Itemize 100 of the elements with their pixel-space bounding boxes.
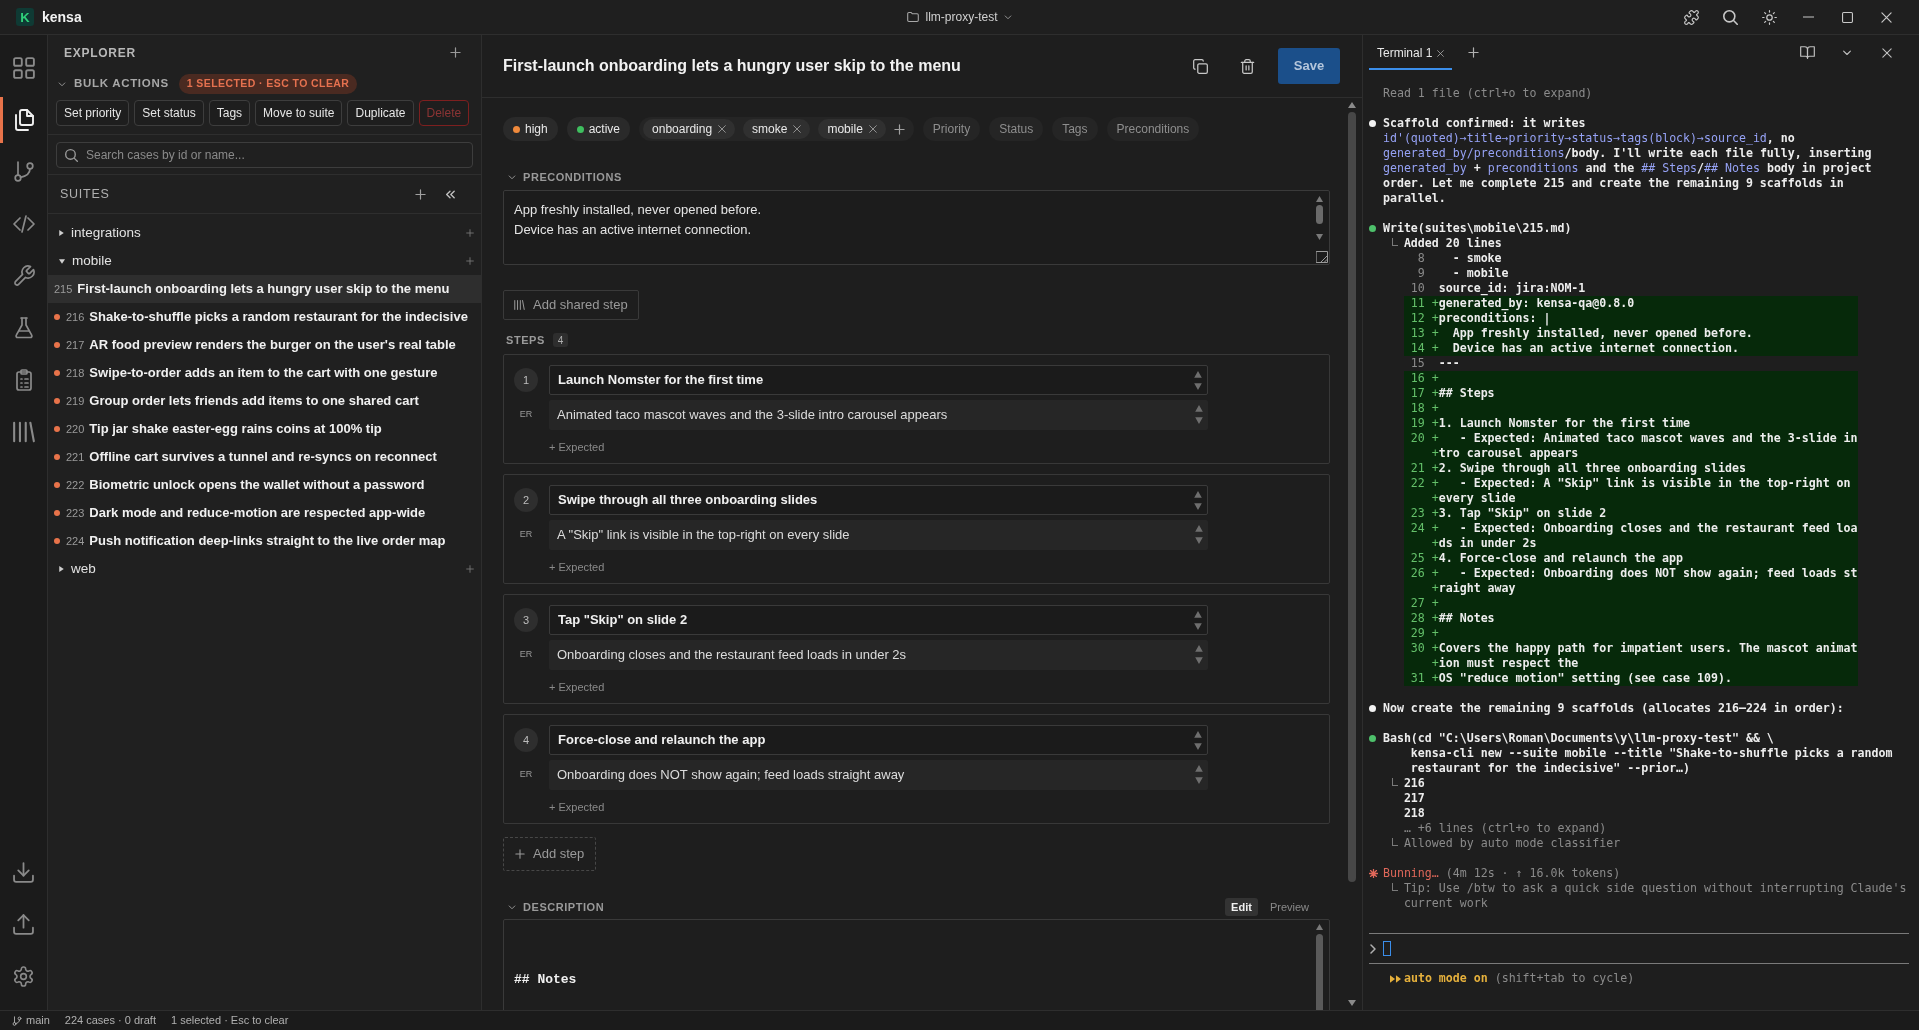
suite-name[interactable]: mobile <box>72 250 112 272</box>
scrollbar[interactable] <box>1315 924 1324 1010</box>
project-switcher[interactable]: llm-proxy-test <box>903 6 1016 28</box>
case-row[interactable]: 217 AR food preview renders the burger on the user's real table <box>48 331 481 359</box>
up-down-arrows-icon[interactable] <box>1194 610 1202 631</box>
terminal-tab[interactable]: Terminal 1 <box>1369 35 1453 70</box>
action-button[interactable]: Move to suite <box>255 100 343 126</box>
mode-tab[interactable]: Preview <box>1263 898 1315 916</box>
line-number: 28 <box>1410 611 1425 626</box>
chevron-down-icon[interactable] <box>1842 49 1852 56</box>
search-field[interactable]: Search cases by id or name... <box>56 142 473 168</box>
scrollbar[interactable] <box>1315 196 1324 240</box>
close-icon[interactable] <box>1882 47 1892 58</box>
suite-name[interactable]: integrations <box>71 222 141 244</box>
action-button[interactable]: Duplicate <box>347 100 414 126</box>
sun-icon[interactable] <box>1762 9 1777 25</box>
action-button[interactable]: Set status <box>134 100 204 126</box>
close-icon[interactable] <box>1881 11 1892 23</box>
step-action-field[interactable]: Force-close and relaunch the app <box>549 725 1208 755</box>
field-chip[interactable]: Status <box>989 117 1044 141</box>
add-expected-link[interactable]: + Expected <box>549 680 605 694</box>
caret-icon[interactable] <box>59 566 64 572</box>
prompt-field[interactable] <box>1369 933 1909 964</box>
add-expected-link[interactable]: + Expected <box>549 800 605 814</box>
files-icon[interactable] <box>12 109 35 131</box>
active-indicator <box>0 97 3 143</box>
plus-icon[interactable] <box>415 188 426 200</box>
case-title: Push notification deep-links straight to the live order map <box>89 532 446 551</box>
expected-result-field[interactable]: Onboarding closes and the restaurant feed loads in under 2s <box>549 640 1208 670</box>
up-down-arrows-icon[interactable] <box>1195 524 1203 545</box>
caret-icon[interactable] <box>59 258 65 264</box>
close-icon[interactable] <box>718 125 727 133</box>
field-chip[interactable]: Tags <box>1052 117 1098 141</box>
puzzle-icon[interactable] <box>1684 9 1699 25</box>
action-button[interactable]: Tags <box>208 100 251 126</box>
case-row[interactable]: 216 Shake-to-shuffle picks a random restaurant for the indecisive <box>48 303 481 331</box>
library-icon[interactable] <box>12 421 35 443</box>
close-icon[interactable] <box>793 125 802 133</box>
branch-icon[interactable] <box>12 161 35 183</box>
trash-icon[interactable] <box>1239 58 1255 74</box>
resize-handle-icon[interactable] <box>1316 251 1328 263</box>
grid-icon[interactable] <box>12 57 35 79</box>
up-down-arrows-icon[interactable] <box>1194 490 1202 511</box>
wrench-icon[interactable] <box>12 265 35 287</box>
preconditions-field[interactable]: App freshly installed, never opened before. Device has an active internet connection. <box>503 190 1330 265</box>
plus-icon[interactable] <box>450 47 461 58</box>
severity-chip[interactable]: high <box>503 117 558 141</box>
case-row[interactable]: 221 Offline cart survives a tunnel and re-syncs on reconnect <box>48 443 481 471</box>
close-icon[interactable] <box>868 125 877 133</box>
chevron-icon[interactable] <box>508 904 516 910</box>
expected-result-field[interactable]: Onboarding does NOT show again; feed loads straight away <box>549 760 1208 790</box>
plus-icon[interactable] <box>893 123 905 135</box>
close-icon[interactable] <box>1437 49 1445 57</box>
settings-icon[interactable] <box>13 965 34 987</box>
copy-icon[interactable] <box>1192 58 1208 74</box>
book-icon[interactable] <box>1799 46 1815 59</box>
step-action-field[interactable]: Launch Nomster for the first time <box>549 365 1208 395</box>
caret-icon[interactable] <box>59 230 64 236</box>
upload-icon[interactable] <box>13 913 34 935</box>
flask-icon[interactable] <box>12 317 35 339</box>
field-chip[interactable]: Priority <box>922 117 981 141</box>
add-expected-link[interactable]: + Expected <box>549 560 605 574</box>
step-action-field[interactable]: Tap "Skip" on slide 2 <box>549 605 1208 635</box>
case-number: 218 <box>66 365 85 381</box>
expected-result-field[interactable]: Animated taco mascot waves and the 3-slide intro carousel appears <box>549 400 1208 430</box>
branch-name[interactable]: main <box>26 1012 50 1029</box>
maximize-icon[interactable] <box>1842 11 1853 23</box>
case-row[interactable]: 219 Group order lets friends add items to one shared cart <box>48 387 481 415</box>
up-down-arrows-icon[interactable] <box>1195 644 1203 665</box>
case-row[interactable]: 218 Swipe-to-order adds an item to the cart with one gesture <box>48 359 481 387</box>
up-down-arrows-icon[interactable] <box>1194 370 1202 391</box>
scrollbar[interactable] <box>1346 101 1358 1007</box>
save-button[interactable]: Save <box>1278 48 1340 84</box>
up-down-arrows-icon[interactable] <box>1195 404 1203 425</box>
add-shared-step-button[interactable]: Add shared step <box>503 290 639 320</box>
plus-icon[interactable] <box>1468 47 1480 58</box>
field-chip[interactable]: Preconditions <box>1106 117 1200 141</box>
expected-result-field[interactable]: A "Skip" link is visible in the top-right on every slide <box>549 520 1208 550</box>
case-row[interactable]: 222 Biometric unlock opens the wallet without a password <box>48 471 481 499</box>
up-down-arrows-icon[interactable] <box>1194 730 1202 751</box>
state-chip[interactable]: active <box>566 117 631 141</box>
mode-tab[interactable]: Edit <box>1225 898 1258 916</box>
add-expected-link[interactable]: + Expected <box>549 440 605 454</box>
er-label: ER <box>518 528 534 542</box>
suite-name[interactable]: web <box>71 558 96 580</box>
chevron-icon[interactable] <box>58 81 66 87</box>
download-icon[interactable] <box>13 861 34 883</box>
add-step-button[interactable]: Add step <box>503 837 597 871</box>
up-down-arrows-icon[interactable] <box>1195 764 1203 785</box>
action-button[interactable]: Set priority <box>56 100 130 126</box>
code-icon[interactable] <box>12 213 35 235</box>
case-title: Tip jar shake easter-egg rains coins at 100% tip <box>89 420 382 439</box>
search-icon[interactable] <box>1723 9 1738 25</box>
case-row[interactable]: 220 Tip jar shake easter-egg rains coins at 100% tip <box>48 415 481 443</box>
double-chevron-icon[interactable] <box>445 189 455 199</box>
chevron-icon[interactable] <box>508 174 516 180</box>
step-action-field[interactable]: Swipe through all three onboarding slides <box>549 485 1208 515</box>
case-row[interactable]: 223 Dark mode and reduce-motion are respected app-wide <box>48 499 481 527</box>
case-row[interactable]: 215 First-launch onboarding lets a hungry user skip to the menu <box>48 275 481 303</box>
case-row[interactable]: 224 Push notification deep-links straight to the live order map <box>48 527 481 555</box>
